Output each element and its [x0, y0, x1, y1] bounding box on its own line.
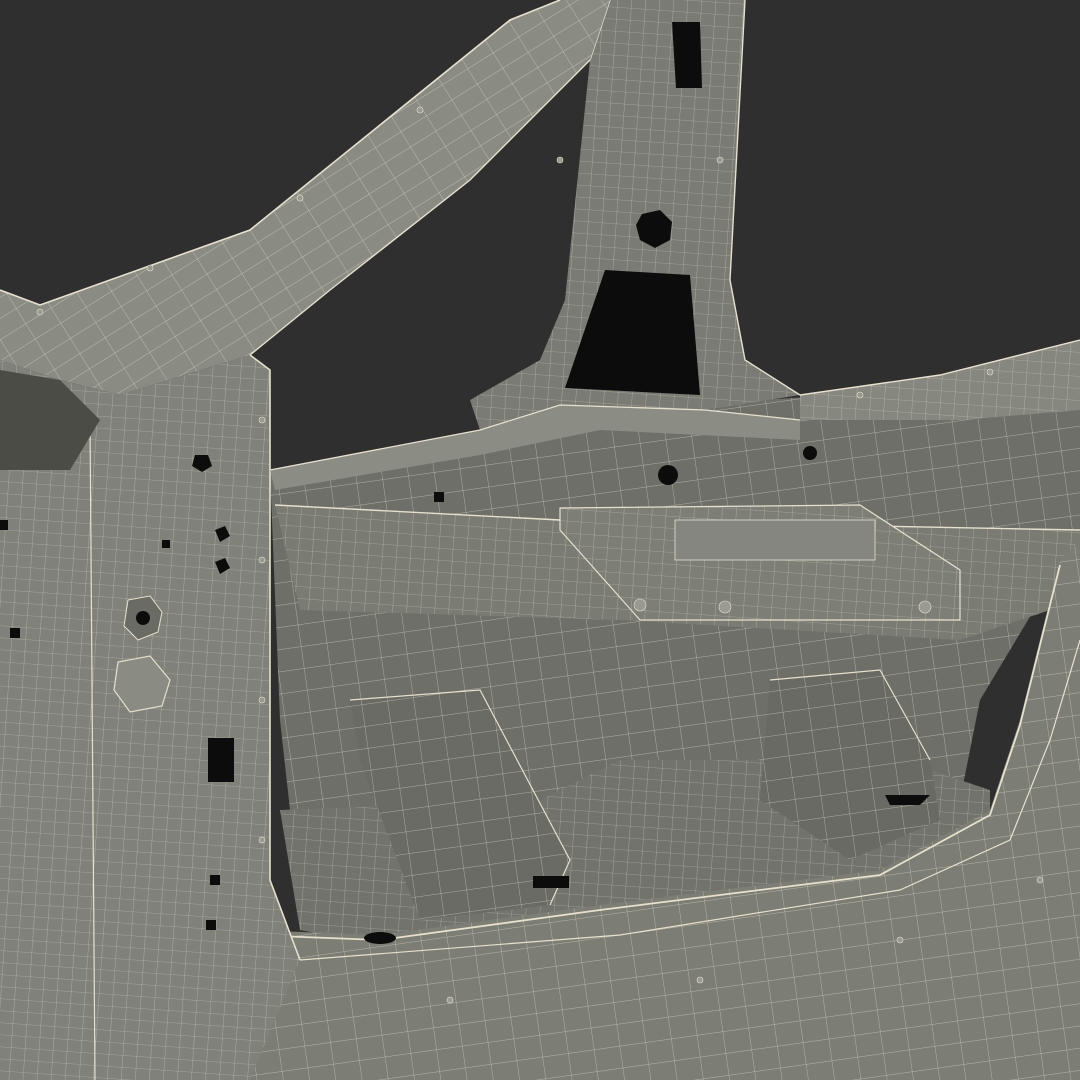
b-pillar-base-hole: [658, 465, 678, 485]
car-body-wireframe-render: [0, 0, 1080, 1080]
floor-slot-hole: [533, 876, 569, 888]
render-viewport: [0, 0, 1080, 1080]
a-pillar-lower: [0, 354, 301, 1080]
b-pillar-top-slot: [672, 22, 702, 88]
sill-plug-hole: [364, 932, 396, 944]
a-pillar-slot-hole: [208, 738, 234, 782]
